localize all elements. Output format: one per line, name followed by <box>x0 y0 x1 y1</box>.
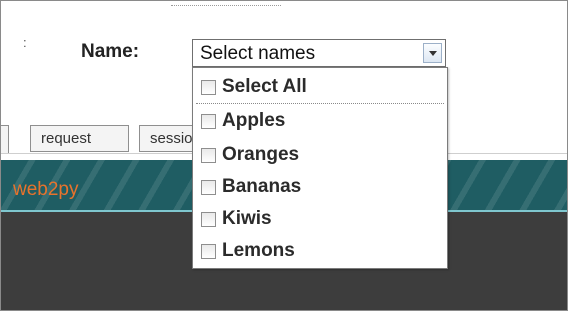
option-select-all[interactable]: Select All <box>201 74 307 100</box>
tab-session[interactable]: session <box>139 125 199 152</box>
option-label: Select All <box>222 76 307 97</box>
dropdown-divider <box>196 103 444 104</box>
kiwis-checkbox[interactable] <box>201 211 216 227</box>
option-label: Bananas <box>222 176 302 197</box>
option-apples[interactable]: Apples <box>201 108 285 134</box>
bananas-checkbox[interactable] <box>201 179 216 195</box>
brand-name[interactable]: web2py <box>13 179 79 201</box>
option-bananas[interactable]: Bananas <box>201 174 301 200</box>
top-dotted-line <box>171 1 281 6</box>
app-window: : Name: Select names request session web… <box>0 0 568 311</box>
apples-checkbox[interactable] <box>201 113 216 129</box>
option-label: Oranges <box>222 144 300 165</box>
small-colon-mark: : <box>23 35 27 50</box>
option-label: Apples <box>222 110 286 131</box>
option-label: Lemons <box>222 240 295 261</box>
tab-left-edge <box>1 125 9 154</box>
names-select[interactable]: Select names <box>192 39 446 67</box>
option-label: Kiwis <box>222 208 272 229</box>
option-oranges[interactable]: Oranges <box>201 142 299 168</box>
select-all-checkbox[interactable] <box>201 79 216 95</box>
name-label: Name: <box>81 41 140 62</box>
names-dropdown-list: Select All Apples Oranges Bananas Kiwis … <box>192 67 448 269</box>
tab-request[interactable]: request <box>30 125 129 152</box>
select-value: Select names <box>200 43 316 64</box>
lemons-checkbox[interactable] <box>201 243 216 259</box>
chevron-down-icon[interactable] <box>423 43 442 63</box>
option-lemons[interactable]: Lemons <box>201 238 295 264</box>
option-kiwis[interactable]: Kiwis <box>201 206 272 232</box>
oranges-checkbox[interactable] <box>201 147 216 163</box>
